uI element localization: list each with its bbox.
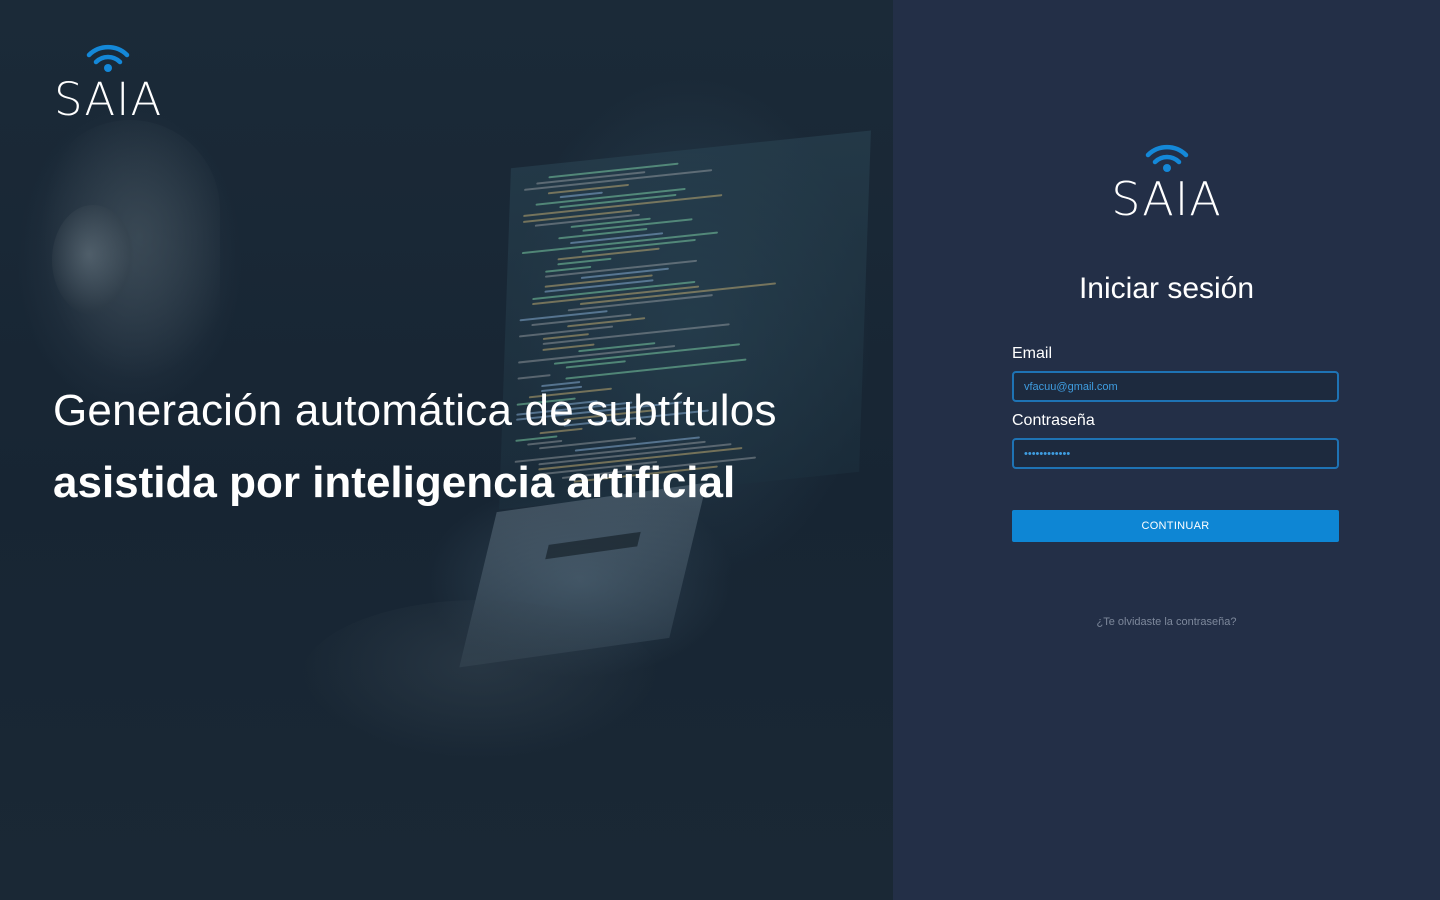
hero-hands bbox=[300, 600, 660, 760]
login-title: Iniciar sesión bbox=[1078, 272, 1255, 305]
code-line bbox=[523, 194, 723, 218]
forgot-password-link[interactable]: ¿Te olvidaste la contraseña? bbox=[893, 616, 1440, 628]
wifi-signal-icon bbox=[86, 44, 130, 72]
password-field[interactable] bbox=[1012, 438, 1339, 469]
login-logo-text: SAIA bbox=[1111, 172, 1222, 226]
password-label: Contraseña bbox=[1012, 412, 1095, 429]
wifi-signal-icon bbox=[1145, 144, 1188, 172]
email-field[interactable] bbox=[1012, 371, 1339, 402]
code-line bbox=[521, 231, 718, 254]
hero-panel: SAIA Generación automática de subtítulos… bbox=[0, 0, 893, 900]
login-panel: SAIA Iniciar sesión Email Contraseña CON… bbox=[893, 0, 1440, 900]
login-page: SAIA Generación automática de subtítulos… bbox=[0, 0, 1440, 900]
continue-button[interactable]: CONTINUAR bbox=[1012, 510, 1339, 542]
email-label: Email bbox=[1012, 345, 1053, 362]
headphones-icon bbox=[52, 205, 134, 315]
hero-headline: Generación automática de subtítulos bbox=[53, 386, 777, 435]
code-line bbox=[565, 358, 747, 380]
hero-monitor-code bbox=[499, 130, 871, 510]
code-line bbox=[517, 373, 551, 380]
login-logo: SAIA bbox=[893, 143, 1440, 222]
hero-logo: SAIA bbox=[54, 43, 162, 122]
hero-headline-bold: asistida por inteligencia artificial bbox=[53, 458, 736, 507]
hero-logo-text: SAIA bbox=[54, 73, 163, 126]
